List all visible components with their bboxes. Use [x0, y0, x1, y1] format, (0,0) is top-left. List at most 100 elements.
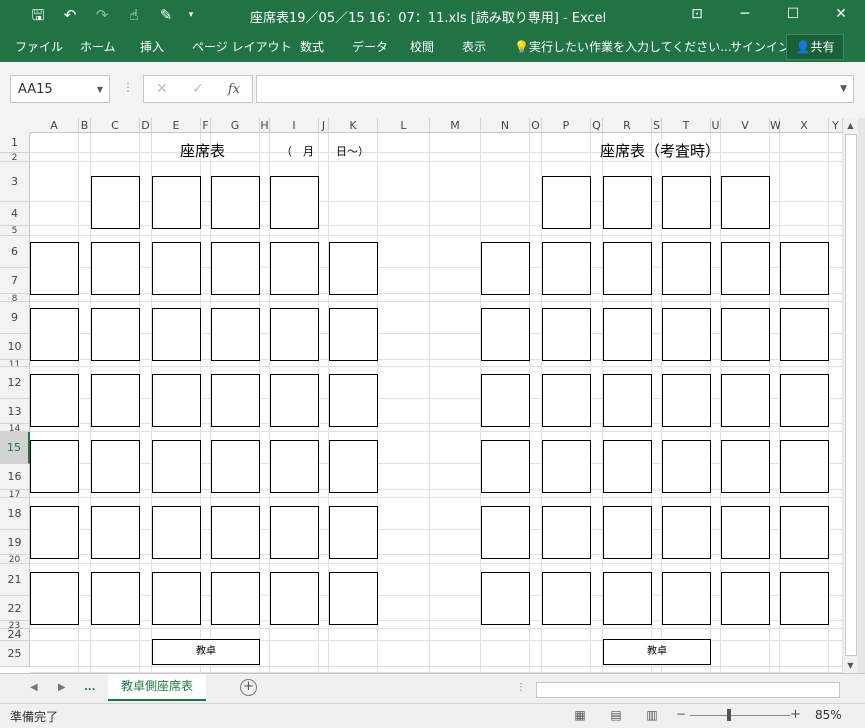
sign-in-link[interactable]: サインイン: [730, 38, 790, 55]
tab-view[interactable]: 表示: [462, 38, 486, 55]
customize-icon[interactable]: ▾: [182, 4, 200, 26]
worksheet-grid[interactable]: ABCDEFGHIJKLMNOPQRSTUVWXY 1 2 3 4 5 6 7 8 9 10 11 1…: [0, 118, 843, 673]
more-sheets-button[interactable]: ...: [84, 682, 95, 693]
column-header[interactable]: L: [378, 118, 430, 133]
row-header[interactable]: 8: [0, 294, 30, 302]
column-header[interactable]: X: [780, 118, 829, 133]
zoom-level[interactable]: 85%: [815, 708, 842, 722]
prev-sheet-icon[interactable]: ◀: [30, 682, 38, 693]
scroll-down-icon[interactable]: ▼: [843, 658, 858, 673]
page-break-view-icon[interactable]: ▥: [640, 707, 664, 723]
row-header[interactable]: 19: [0, 530, 30, 555]
column-header[interactable]: N: [481, 118, 530, 133]
row-header[interactable]: 5: [0, 226, 30, 236]
normal-view-icon[interactable]: ▦: [568, 707, 592, 723]
maximize-icon[interactable]: ☐: [769, 0, 817, 30]
column-header[interactable]: R: [603, 118, 652, 133]
row-header[interactable]: 16: [0, 464, 30, 490]
tab-splitter-icon[interactable]: ⋮: [516, 682, 526, 693]
column-header[interactable]: G: [211, 118, 260, 133]
row-header[interactable]: 11: [0, 360, 30, 367]
row-header[interactable]: 3: [0, 162, 30, 202]
column-header[interactable]: E: [152, 118, 201, 133]
name-box[interactable]: AA15 ▼: [10, 75, 110, 103]
row-header[interactable]: 12: [0, 367, 30, 399]
row-header[interactable]: 17: [0, 490, 30, 498]
tab-review[interactable]: 校閲: [410, 38, 434, 55]
row-header[interactable]: 24: [0, 629, 30, 641]
touch-mode-icon[interactable]: ☝: [118, 4, 150, 26]
column-header[interactable]: Y: [829, 118, 843, 133]
tab-file[interactable]: ファイル: [15, 38, 63, 55]
row-header[interactable]: 9: [0, 302, 30, 334]
tell-me-search[interactable]: 💡実行したい作業を入力してください...: [514, 38, 732, 55]
column-header[interactable]: B: [79, 118, 91, 133]
undo-icon[interactable]: ↶: [54, 4, 86, 26]
minimize-icon[interactable]: ─: [721, 0, 769, 30]
cancel-icon[interactable]: ✕: [144, 81, 180, 97]
tab-formulas[interactable]: 数式: [300, 38, 324, 55]
column-header[interactable]: Q: [591, 118, 603, 133]
column-header[interactable]: W: [770, 118, 781, 133]
column-header[interactable]: C: [91, 118, 140, 133]
column-header[interactable]: O: [530, 118, 542, 133]
enter-icon[interactable]: ✓: [180, 81, 216, 97]
formula-bar-grip-icon[interactable]: ⋮: [122, 80, 134, 94]
sheet-tab-active[interactable]: 教卓側座席表: [108, 674, 206, 701]
column-header[interactable]: S: [652, 118, 662, 133]
zoom-out-icon[interactable]: −: [676, 707, 686, 721]
next-sheet-icon[interactable]: ▶: [58, 682, 66, 693]
tab-insert[interactable]: 挿入: [140, 38, 164, 55]
tab-data[interactable]: データ: [352, 38, 388, 55]
row-header[interactable]: 10: [0, 334, 30, 360]
column-header[interactable]: F: [201, 118, 211, 133]
row-header[interactable]: 1: [0, 133, 30, 153]
row-header[interactable]: 23: [0, 621, 30, 629]
zoom-in-icon[interactable]: +: [790, 707, 801, 722]
row-header[interactable]: 7: [0, 268, 30, 294]
column-header[interactable]: J: [319, 118, 329, 133]
column-header[interactable]: P: [542, 118, 591, 133]
draw-icon[interactable]: ✎: [150, 4, 182, 26]
scroll-up-icon[interactable]: ▲: [843, 118, 858, 133]
chevron-down-icon[interactable]: ▼: [97, 76, 103, 104]
close-icon[interactable]: ✕: [817, 0, 865, 30]
tab-home[interactable]: ホーム: [80, 38, 116, 55]
ribbon-display-options-icon[interactable]: ⊡: [673, 0, 721, 30]
scroll-thumb[interactable]: [845, 134, 857, 656]
select-all-button[interactable]: [0, 118, 31, 134]
formula-input[interactable]: ▼: [256, 75, 854, 103]
row-header[interactable]: 15: [0, 432, 30, 464]
column-header[interactable]: M: [430, 118, 481, 133]
row-header[interactable]: 13: [0, 399, 30, 424]
zoom-slider[interactable]: [690, 715, 790, 716]
vertical-scrollbar[interactable]: ▲ ▼: [843, 118, 858, 673]
zoom-slider-thumb[interactable]: [727, 709, 731, 721]
column-header[interactable]: V: [721, 118, 770, 133]
row-header[interactable]: 6: [0, 236, 30, 268]
insert-function-icon[interactable]: fx: [216, 82, 252, 97]
row-header[interactable]: 20: [0, 555, 30, 564]
column-header[interactable]: I: [270, 118, 319, 133]
row-header[interactable]: 18: [0, 498, 30, 530]
column-header[interactable]: T: [662, 118, 711, 133]
share-button[interactable]: 👤共有: [786, 34, 844, 60]
column-header[interactable]: K: [329, 118, 378, 133]
row-header[interactable]: 21: [0, 564, 30, 596]
tab-page-layout[interactable]: ページ レイアウト: [192, 38, 292, 55]
row-header[interactable]: 14: [0, 424, 30, 432]
row-header[interactable]: 25: [0, 641, 30, 667]
expand-formula-bar-icon[interactable]: ▼: [840, 84, 847, 94]
row-header[interactable]: 2: [0, 153, 30, 162]
row-header[interactable]: 4: [0, 202, 30, 226]
page-layout-view-icon[interactable]: ▤: [604, 707, 628, 723]
column-header[interactable]: U: [711, 118, 721, 133]
save-icon[interactable]: 🖫: [22, 4, 54, 26]
redo-icon[interactable]: ↷: [86, 4, 118, 26]
column-header[interactable]: H: [260, 118, 270, 133]
column-header[interactable]: D: [140, 118, 152, 133]
row-header[interactable]: 22: [0, 596, 30, 621]
add-sheet-icon[interactable]: +: [240, 679, 257, 696]
horizontal-scrollbar[interactable]: [536, 682, 840, 698]
column-header[interactable]: A: [30, 118, 79, 133]
